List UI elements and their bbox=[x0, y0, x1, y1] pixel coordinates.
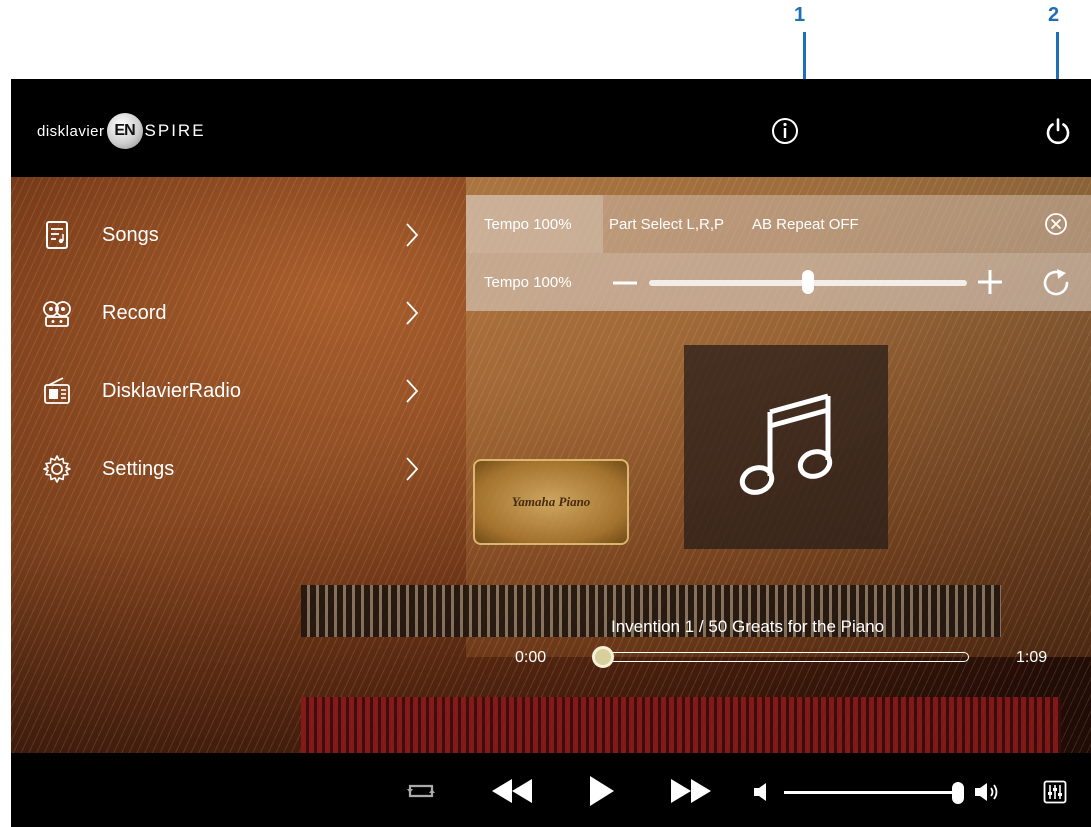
fast-forward-icon[interactable] bbox=[669, 777, 713, 805]
menu-item-songs[interactable]: Songs bbox=[11, 205, 431, 265]
chevron-right-icon bbox=[406, 301, 419, 325]
menu-label-settings: Settings bbox=[102, 457, 175, 480]
total-duration: 1:09 bbox=[1016, 649, 1048, 666]
crest-text: Yamaha Piano bbox=[511, 494, 591, 509]
power-icon[interactable] bbox=[1044, 117, 1072, 145]
menu-label-disklavier-radio: DisklavierRadio bbox=[102, 379, 241, 402]
record-reels-icon bbox=[43, 301, 71, 327]
chevron-right-icon bbox=[406, 223, 419, 247]
volume-slider[interactable] bbox=[784, 791, 960, 794]
piano-background: Yamaha Piano Songs Record DisklavierRadi… bbox=[11, 177, 1091, 753]
callout-2: 2 bbox=[1048, 4, 1060, 26]
plus-icon[interactable] bbox=[976, 268, 1004, 296]
close-icon[interactable] bbox=[1044, 212, 1068, 236]
songs-icon bbox=[46, 221, 68, 249]
menu-label-songs: Songs bbox=[102, 223, 159, 246]
tempo-control-row: Tempo 100% bbox=[466, 253, 1091, 311]
album-art bbox=[684, 345, 888, 549]
reset-icon[interactable] bbox=[1041, 268, 1073, 298]
chevron-right-icon bbox=[406, 457, 419, 481]
menu-item-disklavier-radio[interactable]: DisklavierRadio bbox=[11, 361, 431, 421]
tab-tempo[interactable]: Tempo 100% bbox=[484, 216, 572, 233]
repeat-icon[interactable] bbox=[404, 780, 438, 802]
callout-1: 1 bbox=[794, 4, 806, 26]
tab-part-select[interactable]: Part Select L,R,P bbox=[609, 216, 724, 233]
yamaha-crest: Yamaha Piano bbox=[473, 459, 629, 545]
menu-item-record[interactable]: Record bbox=[11, 283, 431, 343]
music-note-icon bbox=[739, 393, 833, 495]
song-title: Invention 1 / 50 Greats for the Piano bbox=[611, 617, 885, 636]
disklavier-app: disklavier EN SPIRE Yamaha Piano Songs R… bbox=[11, 79, 1091, 827]
tab-ab-repeat[interactable]: AB Repeat OFF bbox=[752, 216, 859, 233]
app-logo: disklavier EN SPIRE bbox=[37, 113, 206, 149]
chevron-right-icon bbox=[406, 379, 419, 403]
volume-high-icon bbox=[975, 783, 998, 801]
playback-settings-panel: Tempo 100% Part Select L,R,P AB Repeat O… bbox=[466, 195, 1091, 311]
song-progress-bar[interactable] bbox=[603, 652, 969, 662]
play-icon[interactable] bbox=[588, 774, 616, 808]
tempo-slider-thumb[interactable] bbox=[802, 270, 814, 294]
song-progress-thumb[interactable] bbox=[592, 646, 614, 668]
bottom-control-bar bbox=[11, 753, 1091, 827]
tempo-value-label: Tempo 100% bbox=[484, 274, 572, 291]
rewind-icon[interactable] bbox=[490, 777, 534, 805]
gear-icon bbox=[43, 455, 71, 483]
mixer-icon[interactable] bbox=[1043, 780, 1067, 804]
menu-label-record: Record bbox=[102, 301, 167, 324]
minus-icon[interactable] bbox=[612, 270, 638, 296]
info-icon[interactable] bbox=[771, 117, 799, 145]
volume-low-icon bbox=[754, 783, 766, 801]
logo-prefix: disklavier bbox=[37, 122, 105, 140]
logo-badge: EN bbox=[106, 113, 143, 149]
panel-tabs: Tempo 100% Part Select L,R,P AB Repeat O… bbox=[466, 195, 1091, 253]
logo-suffix: SPIRE bbox=[144, 121, 206, 140]
menu-item-settings[interactable]: Settings bbox=[11, 439, 431, 499]
piano-hammers bbox=[301, 697, 1061, 753]
volume-slider-thumb[interactable] bbox=[952, 782, 964, 804]
elapsed-time: 0:00 bbox=[515, 649, 547, 666]
top-bar: disklavier EN SPIRE bbox=[11, 79, 1091, 177]
radio-icon bbox=[44, 377, 70, 404]
